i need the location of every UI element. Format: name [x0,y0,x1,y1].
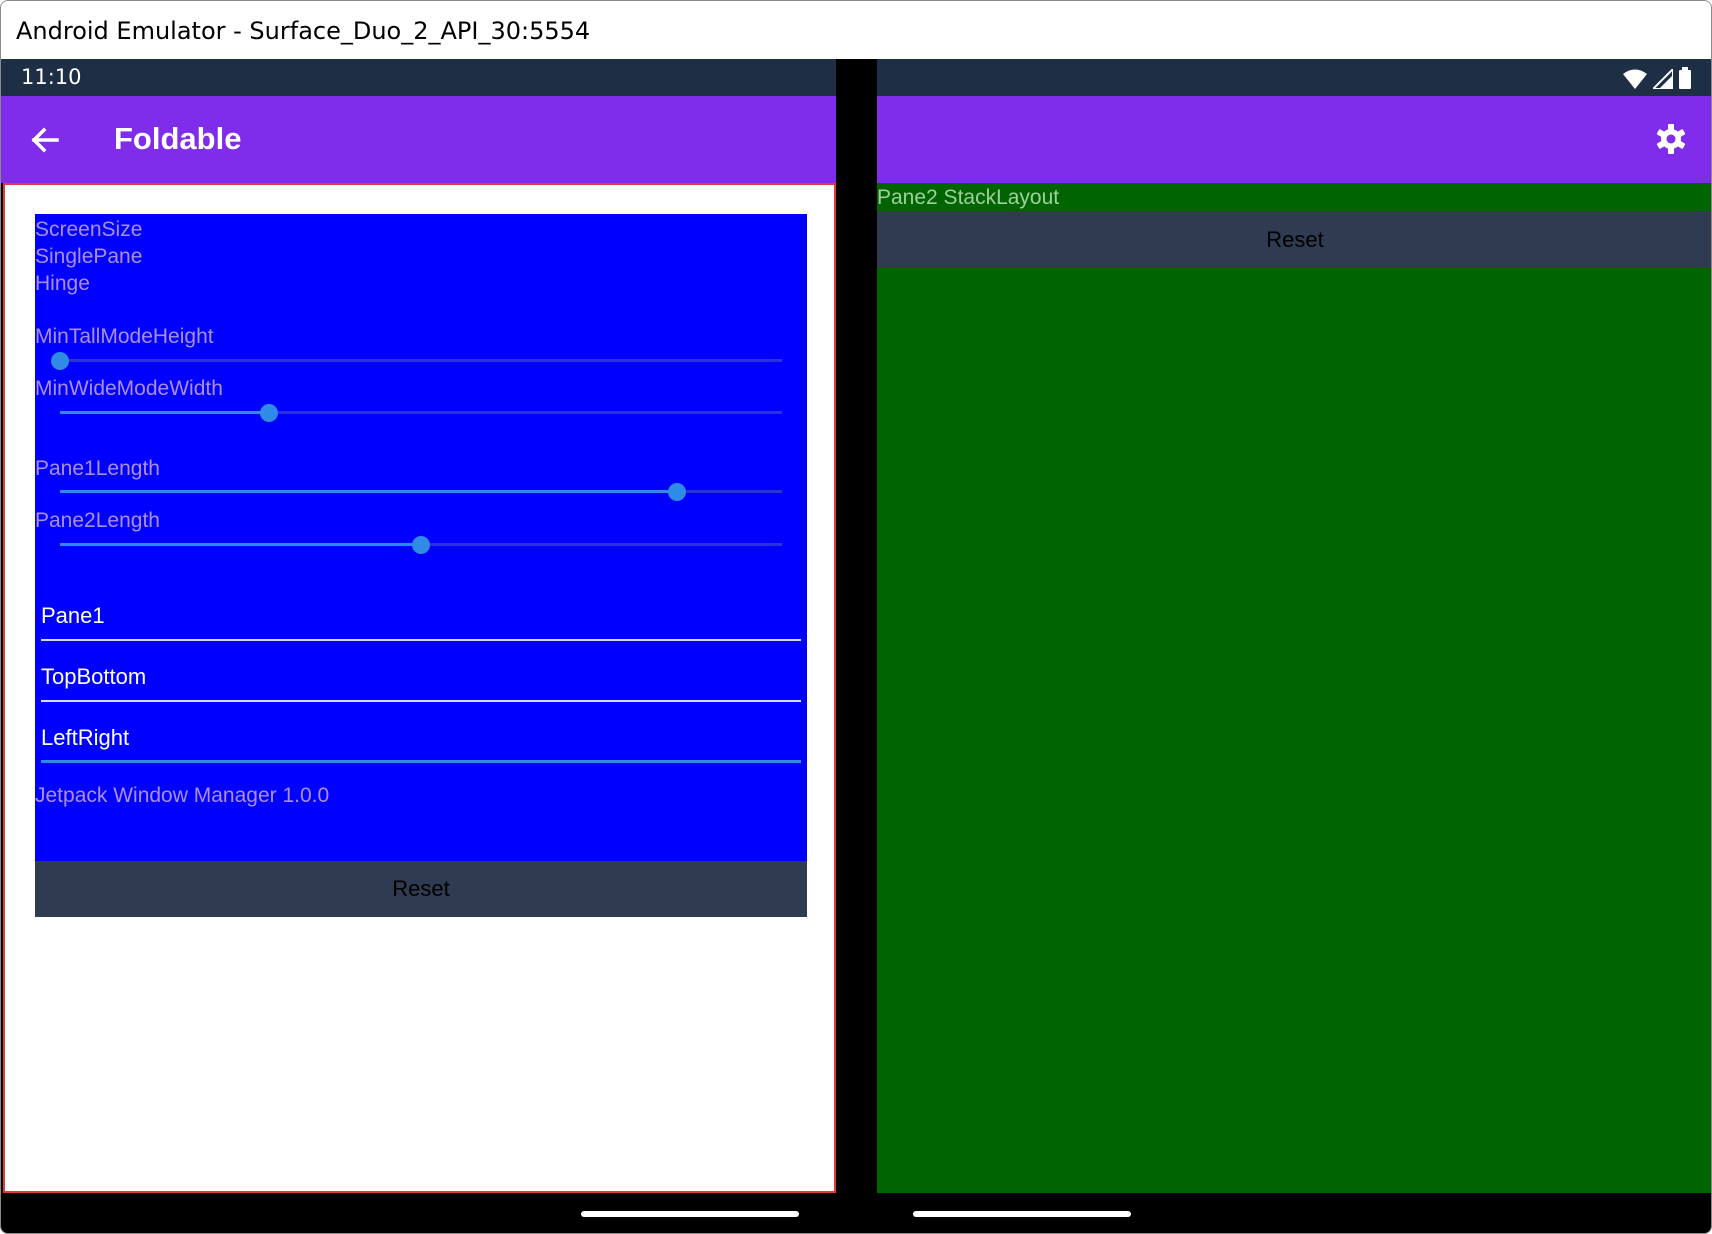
slider-thumb[interactable] [668,483,687,501]
entry-text: TopBottom [41,664,147,689]
pane1-length-slider[interactable] [60,480,782,504]
entry-underline [41,760,801,763]
entry-underline [41,700,801,702]
pane1-length-label: Pane1Length [35,457,160,480]
slider-fill [60,543,421,546]
pane2-length-slider[interactable] [60,533,782,557]
slider-thumb[interactable] [260,404,279,422]
pane2-title: Pane2 StackLayout [877,186,1060,209]
entry-underline [41,639,801,641]
pane2-length-label: Pane2Length [35,509,160,532]
window-title: Android Emulator - Surface_Duo_2_API_30:… [16,17,591,45]
status-icons [1623,67,1691,89]
slider-track [60,359,782,362]
pane1: ScreenSize SinglePane Hinge MinTallModeH… [3,183,836,1193]
app-bar-right [877,96,1711,183]
min-wide-mode-width-slider[interactable] [60,401,782,425]
screen-size-label: ScreenSize [35,218,143,241]
status-bar-right [877,59,1711,96]
entry-text: Pane1 [41,603,105,628]
wifi-icon [1623,69,1647,89]
page-title: Foldable [114,121,242,156]
arrow-left-icon[interactable] [27,122,63,158]
left-right-entry[interactable]: LeftRight [41,719,801,763]
pane1-entry[interactable]: Pane1 [41,597,801,641]
slider-thumb[interactable] [412,536,430,554]
top-bottom-entry[interactable]: TopBottom [41,658,801,702]
signal-icon [1653,69,1673,89]
home-handle-left[interactable] [581,1211,799,1217]
app-bar-left: Foldable [1,96,836,183]
pane2-reset-button[interactable]: Reset [877,211,1711,268]
min-tall-mode-height-label: MinTallModeHeight [35,325,214,348]
home-handle-right[interactable] [913,1211,1131,1217]
entry-text: LeftRight [41,725,130,750]
pane1-settings-panel: ScreenSize SinglePane Hinge MinTallModeH… [35,214,807,861]
window-titlebar[interactable]: Android Emulator - Surface_Duo_2_API_30:… [1,1,1711,59]
pane2: Pane2 StackLayout Reset [877,183,1711,1193]
status-bar-left: 11:10 [1,59,836,96]
min-wide-mode-width-label: MinWideModeWidth [35,377,223,400]
version-label: Jetpack Window Manager 1.0.0 [35,784,330,807]
slider-fill [60,411,270,414]
slider-thumb[interactable] [51,352,69,370]
navigation-bar [1,1193,1711,1233]
min-tall-mode-height-slider[interactable] [51,349,782,373]
pane1-reset-button[interactable]: Reset [35,861,807,917]
single-pane-label: SinglePane [35,245,143,268]
battery-icon [1679,67,1691,89]
gear-icon[interactable] [1655,123,1687,155]
emulator-window: Android Emulator - Surface_Duo_2_API_30:… [0,0,1712,1234]
hinge-label: Hinge [35,272,90,295]
slider-fill [60,490,678,493]
status-time: 11:10 [21,65,82,89]
device-screen: 11:10 Foldable ScreenSize SinglePane Hin… [1,59,1711,1233]
